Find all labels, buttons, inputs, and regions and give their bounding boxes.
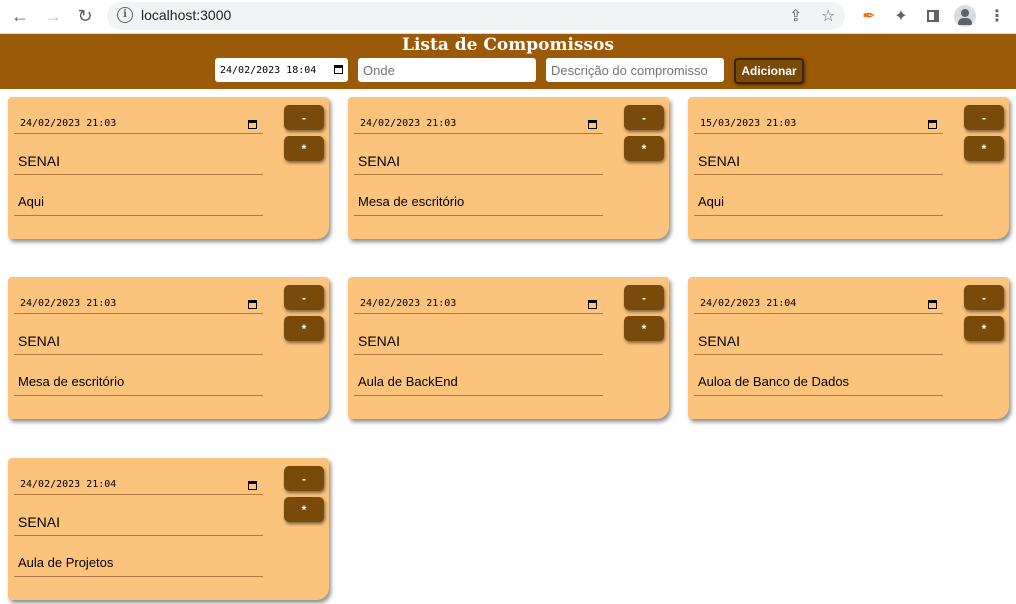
card-date-input[interactable]: 24/02/2023 21:03 bbox=[14, 106, 263, 134]
card-date-value: 24/02/2023 21:03 bbox=[20, 118, 117, 129]
remove-button[interactable]: - bbox=[284, 466, 324, 491]
card-description-input[interactable]: Aula de BackEnd bbox=[354, 368, 603, 396]
bookmark-star-icon[interactable]: ☆ bbox=[821, 6, 835, 26]
appointment-card: 15/03/2023 21:03 SENAI Aqui - * bbox=[688, 97, 1009, 239]
edit-button[interactable]: * bbox=[284, 136, 324, 161]
card-date-value: 24/02/2023 21:04 bbox=[20, 479, 117, 490]
page-title: Lista de Compomissos bbox=[402, 35, 614, 55]
appointment-card: 24/02/2023 21:04 SENAI Auloa de Banco de… bbox=[688, 277, 1009, 419]
appointment-card: 24/02/2023 21:03 SENAI Mesa de escritóri… bbox=[8, 277, 329, 419]
edit-button[interactable]: * bbox=[284, 497, 324, 522]
remove-button[interactable]: - bbox=[624, 285, 664, 310]
edit-button[interactable]: * bbox=[624, 136, 664, 161]
appointment-card: 24/02/2023 21:03 SENAI Aula de BackEnd -… bbox=[348, 277, 669, 419]
remove-button[interactable]: - bbox=[964, 285, 1004, 310]
new-date-input[interactable]: 24/02/2023 18:04 bbox=[215, 58, 348, 82]
card-description-input[interactable]: Aqui bbox=[14, 188, 263, 216]
side-panel-icon[interactable] bbox=[922, 5, 944, 27]
calendar-icon[interactable] bbox=[334, 65, 343, 74]
calendar-icon[interactable] bbox=[248, 300, 257, 309]
calendar-icon[interactable] bbox=[928, 120, 937, 129]
profile-avatar-icon[interactable] bbox=[954, 5, 976, 27]
edit-button[interactable]: * bbox=[624, 316, 664, 341]
remove-button[interactable]: - bbox=[964, 105, 1004, 130]
calendar-icon[interactable] bbox=[928, 300, 937, 309]
card-date-input[interactable]: 24/02/2023 21:03 bbox=[14, 286, 263, 314]
forward-arrow-icon[interactable]: → bbox=[42, 5, 64, 27]
site-info-icon[interactable]: i bbox=[117, 7, 133, 23]
new-date-value: 24/02/2023 18:04 bbox=[220, 64, 317, 76]
add-button[interactable]: Adicionar bbox=[734, 58, 804, 84]
card-where-input[interactable]: SENAI bbox=[694, 327, 943, 355]
calendar-icon[interactable] bbox=[248, 120, 257, 129]
card-where-input[interactable]: SENAI bbox=[354, 327, 603, 355]
card-description-input[interactable]: Auloa de Banco de Dados bbox=[694, 368, 943, 396]
back-arrow-icon[interactable]: ← bbox=[9, 5, 31, 27]
calendar-icon[interactable] bbox=[588, 120, 597, 129]
card-where-input[interactable]: SENAI bbox=[694, 147, 943, 175]
calendar-icon[interactable] bbox=[248, 481, 257, 490]
address-url: localhost:3000 bbox=[141, 7, 232, 23]
share-icon[interactable]: ⇪ bbox=[789, 6, 802, 26]
extensions-puzzle-icon[interactable]: ✦ bbox=[890, 5, 912, 27]
calendar-icon[interactable] bbox=[588, 300, 597, 309]
remove-button[interactable]: - bbox=[284, 285, 324, 310]
card-where-input[interactable]: SENAI bbox=[14, 327, 263, 355]
card-description-input[interactable]: Aula de Projetos bbox=[14, 549, 263, 577]
where-input[interactable]: Onde bbox=[358, 58, 536, 82]
card-date-value: 24/02/2023 21:03 bbox=[360, 118, 457, 129]
card-description-input[interactable]: Mesa de escritório bbox=[354, 188, 603, 216]
card-date-value: 24/02/2023 21:04 bbox=[700, 298, 797, 309]
card-date-input[interactable]: 24/02/2023 21:04 bbox=[14, 467, 263, 495]
card-date-value: 24/02/2023 21:03 bbox=[360, 298, 457, 309]
edit-button[interactable]: * bbox=[964, 316, 1004, 341]
edit-button[interactable]: * bbox=[284, 316, 324, 341]
appointment-card: 24/02/2023 21:04 SENAI Aula de Projetos … bbox=[8, 458, 329, 600]
app-header: Lista de Compomissos 24/02/2023 18:04 On… bbox=[0, 34, 1016, 89]
card-date-input[interactable]: 24/02/2023 21:04 bbox=[694, 286, 943, 314]
appointment-card: 24/02/2023 21:03 SENAI Aqui - * bbox=[8, 97, 329, 239]
card-description-input[interactable]: Mesa de escritório bbox=[14, 368, 263, 396]
address-bar[interactable]: i localhost:3000 ⇪ ☆ bbox=[107, 2, 845, 30]
appointment-card: 24/02/2023 21:03 SENAI Mesa de escritóri… bbox=[348, 97, 669, 239]
reload-icon[interactable]: ↻ bbox=[74, 5, 96, 27]
description-input[interactable]: Descrição do compromisso bbox=[546, 58, 724, 82]
card-date-value: 15/03/2023 21:03 bbox=[700, 118, 797, 129]
card-where-input[interactable]: SENAI bbox=[14, 147, 263, 175]
card-where-input[interactable]: SENAI bbox=[14, 508, 263, 536]
remove-button[interactable]: - bbox=[284, 105, 324, 130]
card-description-input[interactable]: Aqui bbox=[694, 188, 943, 216]
menu-kebab-icon[interactable]: ⋮ bbox=[986, 5, 1008, 27]
card-date-input[interactable]: 15/03/2023 21:03 bbox=[694, 106, 943, 134]
card-date-value: 24/02/2023 21:03 bbox=[20, 298, 117, 309]
browser-toolbar: ← → ↻ i localhost:3000 ⇪ ☆ ✒ ✦ ⋮ bbox=[0, 0, 1016, 34]
card-date-input[interactable]: 24/02/2023 21:03 bbox=[354, 106, 603, 134]
remove-button[interactable]: - bbox=[624, 105, 664, 130]
card-date-input[interactable]: 24/02/2023 21:03 bbox=[354, 286, 603, 314]
edit-button[interactable]: * bbox=[964, 136, 1004, 161]
extension-pen-icon[interactable]: ✒ bbox=[858, 5, 880, 27]
card-where-input[interactable]: SENAI bbox=[354, 147, 603, 175]
